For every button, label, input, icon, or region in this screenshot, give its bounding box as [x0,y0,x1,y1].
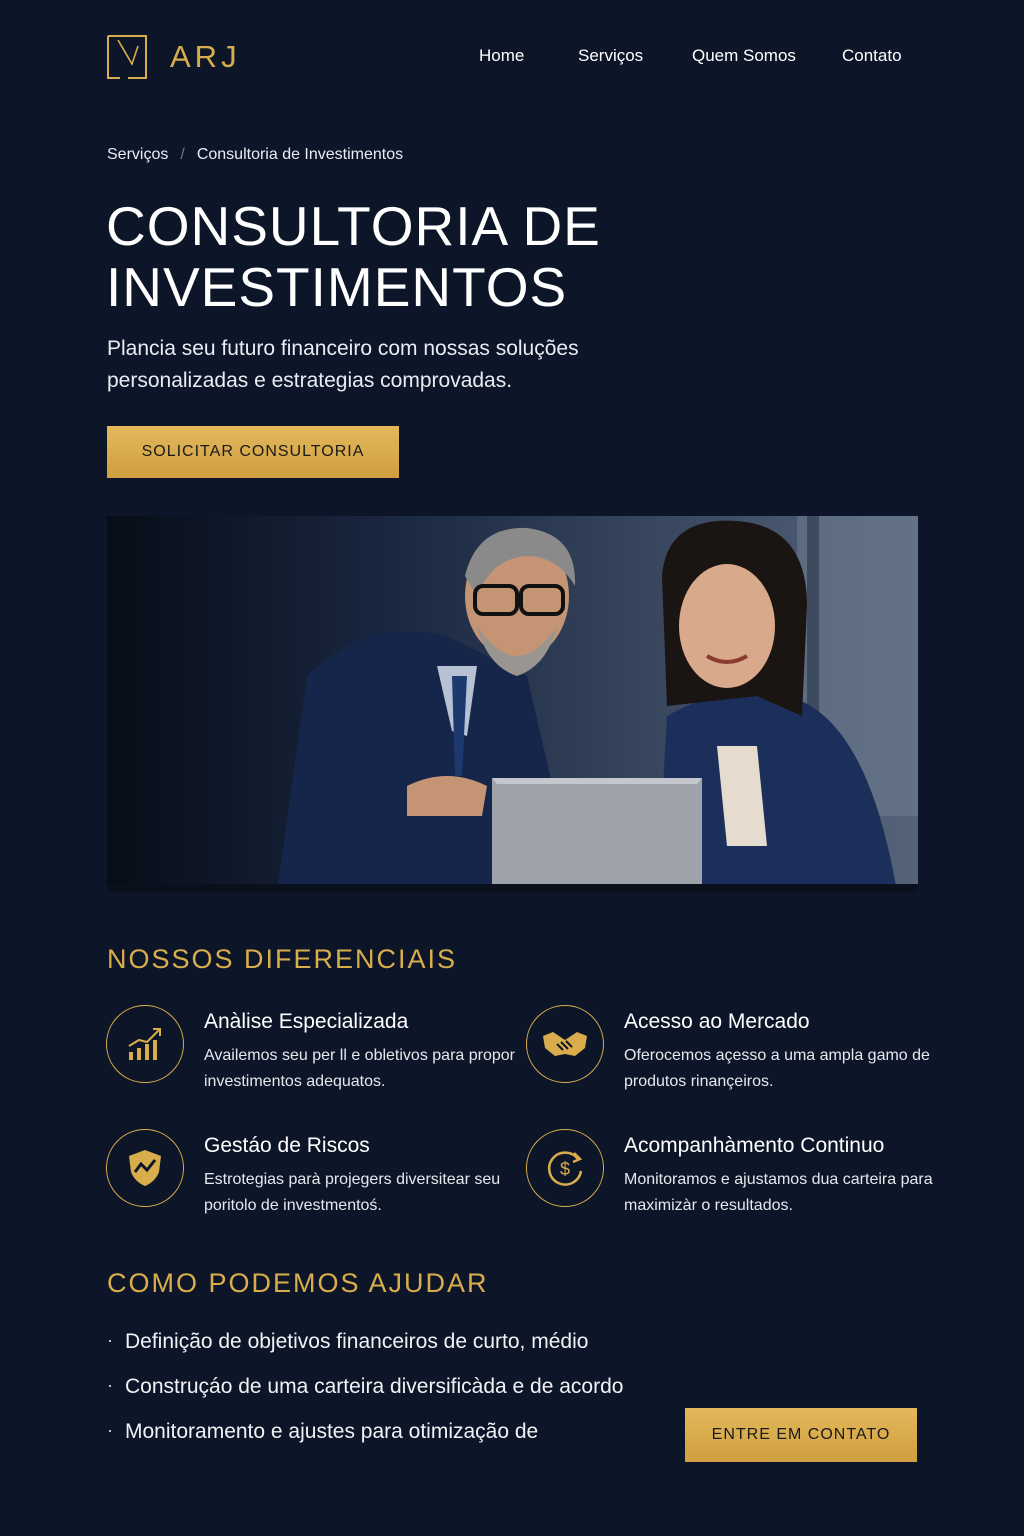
page-title: CONSULTORIA DE INVESTIMENTOS [106,195,601,318]
bullet-icon: · [107,1330,113,1350]
chart-growth-icon [106,1005,184,1083]
feature-acesso: Acesso ao Mercado Oferocemos açesso a um… [526,1005,930,1095]
feature-riscos: Gestáo de Riscos Estrotegias parà projeg… [106,1129,506,1219]
svg-text:$: $ [560,1159,570,1179]
feature-title: Gestáo de Riscos [204,1134,370,1157]
feature-title: Acompanhàmento Continuo [624,1134,885,1157]
business-meeting-photo [107,516,918,892]
nav-quem-somos[interactable]: Quem Somos [692,46,796,66]
feature-acompanhamento: $ Acompanhàmento Continuo Monitoramos e … [526,1129,933,1219]
list-item: · Construçáo de uma carteira diversificàd… [107,1375,623,1420]
request-consultation-button[interactable]: SOLICITAR CONSULTORIA [107,426,399,478]
help-list: · Definição de objetivos financeiros de c… [107,1330,623,1465]
breadcrumb-servicos[interactable]: Serviços [107,146,168,164]
list-item: · Monitoramento e ajustes para otimização… [107,1420,623,1465]
bullet-icon: · [107,1420,113,1440]
nav-contato[interactable]: Contato [842,46,902,66]
list-item-text: Construçáo de uma carteira diversificàda… [125,1375,624,1398]
list-item: · Definição de objetivos financeiros de c… [107,1330,623,1375]
main-nav: Home Serviços Quem Somos Contato [0,46,1024,68]
list-item-text: Definição de objetivos financeiros de cu… [125,1330,589,1353]
shield-icon [106,1129,184,1207]
nav-home[interactable]: Home [479,46,524,66]
feature-title: Acesso ao Mercado [624,1010,810,1033]
feature-title: Anàlise Especializada [204,1010,409,1033]
feature-text: Estrotegias parà projegers diversitear s… [204,1171,501,1214]
breadcrumb-current: Consultoria de Investimentos [196,146,404,163]
dollar-cycle-icon: $ [526,1129,604,1207]
contact-button[interactable]: ENTRE EM CONTATO [685,1408,917,1462]
breadcrumb-separator: / [180,146,185,163]
feature-text: Availemos seu per ll e obletivos para pr… [204,1047,515,1090]
feature-text: Monitoramos e ajustamos dua carteira par… [624,1171,933,1214]
feature-text: Oferocemos açesso a uma ampla gamo de pr… [624,1047,930,1090]
nav-servicos[interactable]: Serviços [578,46,643,66]
bullet-icon: · [107,1375,113,1395]
help-title: COMO PODEMOS AJUDAR [107,1268,489,1298]
list-item-text: Monitoramento e ajustes para otimização … [125,1420,539,1443]
feature-analise: Anàlise Especializada Availemos seu per … [106,1005,515,1095]
hero-subtitle: Plancia seu futuro financeiro com nossas… [107,337,579,392]
breadcrumb: Serviços / Consultoria de Investimentos [107,146,403,164]
handshake-icon [526,1005,604,1083]
differentials-title: NOSSOS DIFERENCIAIS [107,944,458,974]
